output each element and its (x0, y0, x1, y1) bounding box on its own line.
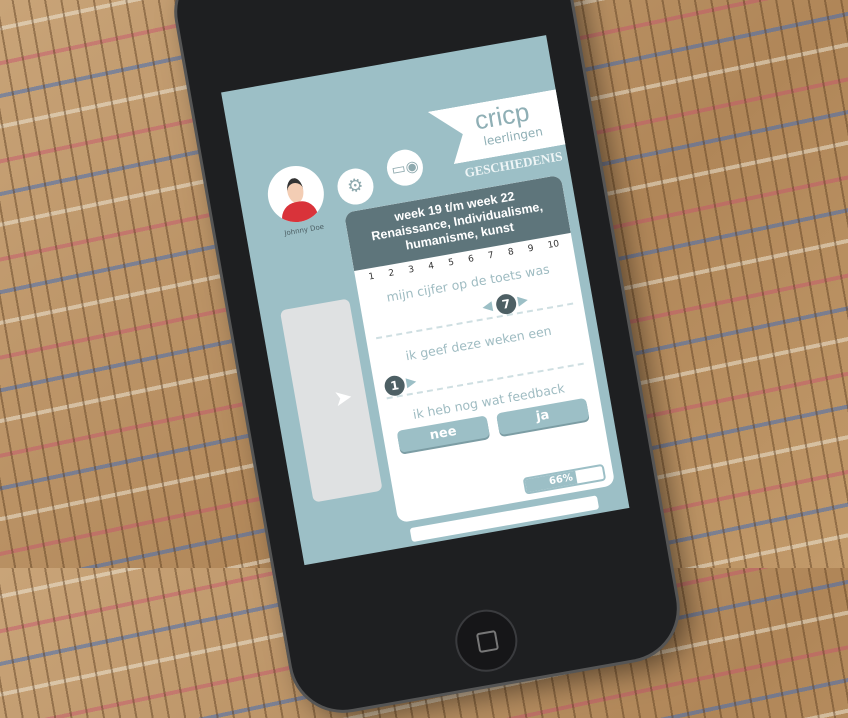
scale-number: 6 (467, 254, 475, 265)
gears-icon[interactable]: ⚙ (334, 165, 377, 208)
arrow-left-icon: ◀ (481, 298, 494, 316)
phone: Johnny Doe ⚙ ▭◉ cricp leerlingen GESCHIE… (168, 0, 686, 718)
grade-knob[interactable]: 7 (494, 292, 518, 316)
home-button[interactable] (450, 604, 523, 677)
scale-number: 7 (487, 250, 495, 262)
avatar-body (279, 198, 320, 227)
scale-number: 2 (387, 268, 396, 280)
evaluation-card: week 19 t/m week 22 Renaissance, Individ… (343, 174, 616, 524)
scale-number: 8 (507, 247, 515, 258)
scale-number: 1 (367, 271, 376, 283)
scale-number: 10 (547, 239, 561, 251)
camera-icon[interactable]: ▭◉ (384, 146, 426, 189)
progress-bar: 66% (522, 463, 607, 495)
rating-knob[interactable]: 1 (383, 374, 407, 398)
app-screen: Johnny Doe ⚙ ▭◉ cricp leerlingen GESCHIE… (221, 35, 630, 566)
scale-number: 3 (407, 264, 416, 276)
progress-fill: 66% (524, 470, 578, 493)
scale-number: 5 (447, 257, 455, 269)
arrow-right-icon: ▶ (516, 292, 530, 309)
scale-number: 4 (427, 261, 435, 273)
arrow-left-icon: ➤ (332, 384, 355, 413)
avatar[interactable] (263, 161, 329, 227)
home-square-icon (475, 629, 500, 654)
arrow-right-icon: ▶ (405, 374, 418, 391)
scale-number: 9 (527, 243, 535, 255)
